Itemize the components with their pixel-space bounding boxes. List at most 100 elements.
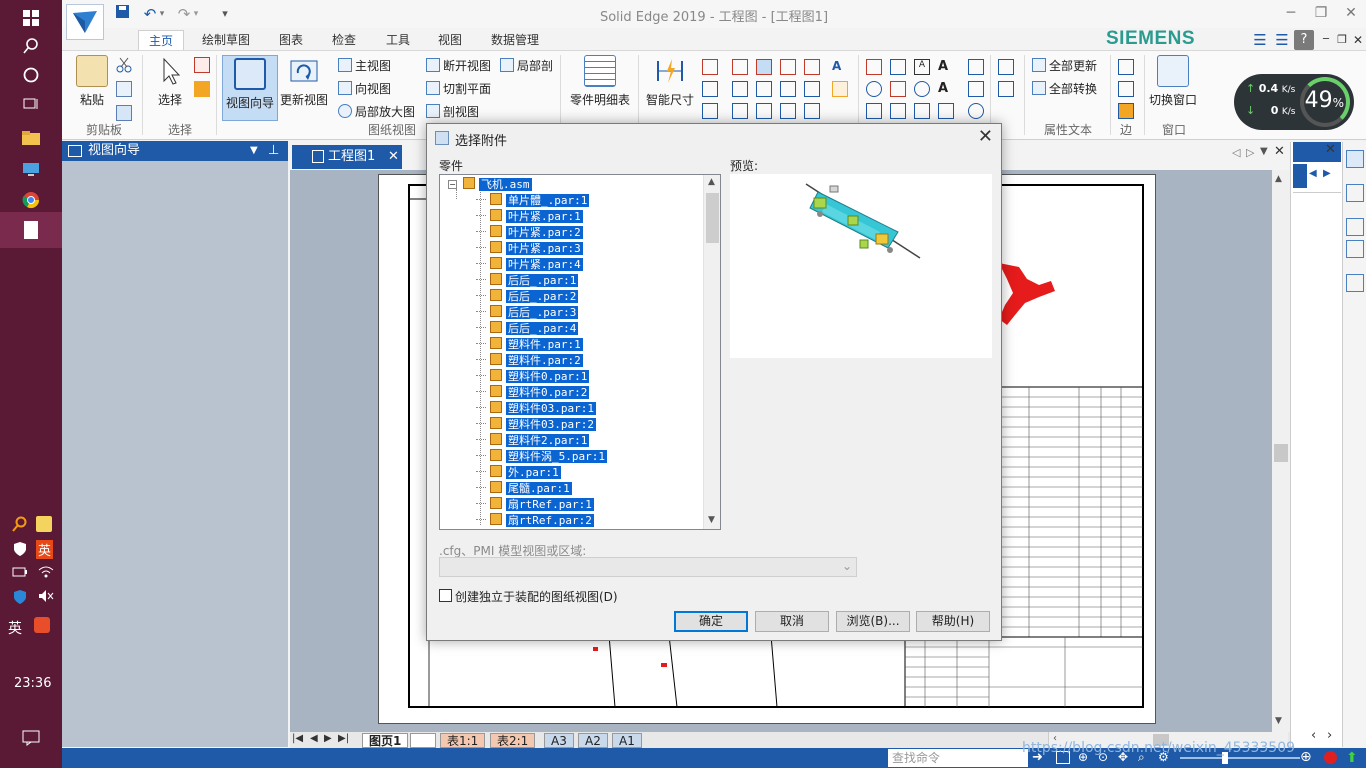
- tree-part-node[interactable]: 叶片紧.par:3: [476, 241, 583, 256]
- copy-attrs-icon[interactable]: [832, 81, 848, 97]
- tab-list-icon[interactable]: ▼: [1260, 146, 1268, 157]
- parts-tree[interactable]: − 飞机.asm 单片體_.par:1 叶片紧.par:1 叶片紧.par:2 叶片紧.…: [439, 174, 721, 530]
- cancel-button[interactable]: 取消: [755, 611, 829, 632]
- search-tray-icon[interactable]: [12, 516, 28, 536]
- tree-part-node[interactable]: 叶片紧.par:4: [476, 257, 583, 272]
- layout-alt-icon[interactable]: ☰: [1272, 30, 1292, 50]
- tab-home[interactable]: 主页: [138, 30, 185, 50]
- projected-view-button[interactable]: 向视图: [338, 80, 391, 97]
- sheet-tab-5[interactable]: A2: [578, 733, 608, 748]
- sheet-next-icon[interactable]: ▶: [324, 733, 332, 744]
- section-view-button[interactable]: 剖视图: [426, 103, 479, 120]
- help-button[interactable]: 帮助(H): [916, 611, 990, 632]
- sheet-tab-2[interactable]: 表1:1: [440, 733, 486, 748]
- convert-all-button[interactable]: 全部转换: [1032, 80, 1097, 97]
- right-pane-back-icon[interactable]: ‹: [1311, 728, 1316, 743]
- detail-view-button[interactable]: 局部放大图: [338, 103, 415, 120]
- document-tab[interactable]: 工程图1 ✕: [292, 145, 402, 169]
- sheet-tab-6[interactable]: A1: [612, 733, 642, 748]
- sheet-tab-icon[interactable]: [410, 733, 436, 748]
- wifi-icon[interactable]: [38, 565, 54, 583]
- edge-condition-icon[interactable]: [890, 59, 906, 75]
- scroll-up-icon[interactable]: ▲: [1275, 174, 1282, 184]
- paste-button[interactable]: 粘贴: [74, 55, 110, 108]
- update-views-button[interactable]: 更新视图: [278, 55, 330, 108]
- doc-close-icon[interactable]: ✕: [1348, 30, 1366, 50]
- tab-inspect[interactable]: 检查: [322, 30, 366, 49]
- tree-part-node[interactable]: 后后_.par:2: [476, 289, 579, 304]
- detach-icon[interactable]: [998, 81, 1014, 97]
- notification-icon[interactable]: [22, 730, 40, 750]
- tab-scroll-left-icon[interactable]: ◁: [1232, 146, 1240, 159]
- ok-button[interactable]: 确定: [674, 611, 748, 632]
- document-app-icon[interactable]: [0, 212, 62, 248]
- chain-dim-icon[interactable]: [756, 103, 772, 119]
- view-wizard-button[interactable]: 视图向导: [222, 55, 278, 121]
- tree-part-node[interactable]: 叶片紧.par:1: [476, 209, 583, 224]
- tab-tables[interactable]: 图表: [269, 30, 313, 49]
- tree-part-node[interactable]: 扇rtRef.par:1: [476, 497, 594, 512]
- coordinate-dimension-icon[interactable]: [702, 103, 718, 119]
- task-view-icon[interactable]: [0, 86, 62, 122]
- tree-part-node[interactable]: 外.par:1: [476, 465, 561, 480]
- sheet-first-icon[interactable]: |◀: [292, 733, 303, 744]
- angular-coord-icon[interactable]: [804, 59, 820, 75]
- library-icon[interactable]: [1346, 150, 1364, 168]
- tree-part-node[interactable]: 后后_.par:3: [476, 305, 579, 320]
- customize-quick-access-icon[interactable]: ▾: [218, 4, 232, 24]
- text-box-icon[interactable]: A: [938, 81, 954, 97]
- minimize-button[interactable]: ─: [1276, 2, 1306, 24]
- tree-part-node[interactable]: 塑料件0.par:1: [476, 369, 590, 384]
- callout-icon[interactable]: [914, 103, 930, 119]
- chamfer-dimension-icon[interactable]: [732, 81, 748, 97]
- restore-button[interactable]: ❐: [1306, 2, 1336, 24]
- pane-dropdown-icon[interactable]: ▼: [250, 141, 258, 161]
- tab-tools[interactable]: 工具: [376, 30, 420, 49]
- sheet-prev-icon[interactable]: ◀: [310, 733, 318, 744]
- clock[interactable]: 23:36: [14, 676, 51, 691]
- input-language[interactable]: 英: [8, 618, 22, 638]
- battery-icon[interactable]: [12, 566, 28, 582]
- vertical-scrollbar[interactable]: ▲ ▼: [1272, 170, 1290, 732]
- layers-icon[interactable]: [1346, 184, 1364, 202]
- right-pane-prev-icon[interactable]: ◀: [1309, 168, 1317, 179]
- stop-icon[interactable]: [1324, 751, 1337, 764]
- feature-control-frame-icon[interactable]: [890, 103, 906, 119]
- tab-close-icon[interactable]: ✕: [1274, 144, 1285, 159]
- sogou-ime-icon[interactable]: [34, 617, 50, 633]
- right-pane-tab[interactable]: [1293, 164, 1307, 188]
- scroll-down-icon[interactable]: ▼: [1275, 716, 1282, 726]
- text-icon[interactable]: A: [938, 59, 954, 75]
- hide-edges-icon[interactable]: [1118, 103, 1134, 119]
- properties-icon[interactable]: [1346, 218, 1364, 236]
- file-explorer-icon[interactable]: [0, 120, 62, 156]
- tree-part-node[interactable]: 塑料件涡_5.par:1: [476, 449, 607, 464]
- coordinate-dim-icon[interactable]: [756, 81, 772, 97]
- help-icon[interactable]: ?: [1294, 30, 1314, 50]
- select-tool-icon[interactable]: [194, 57, 210, 73]
- security-tray-icon[interactable]: [12, 589, 28, 609]
- tree-scroll-thumb[interactable]: [706, 193, 719, 243]
- tree-scroll-up-icon[interactable]: ▲: [708, 177, 715, 187]
- shield-tray-icon[interactable]: [12, 541, 28, 561]
- document-tab-close-icon[interactable]: ✕: [388, 145, 399, 169]
- copy-icon[interactable]: [116, 81, 132, 97]
- volume-muted-icon[interactable]: [38, 589, 54, 607]
- view-options-icon[interactable]: [1346, 240, 1364, 258]
- tab-scroll-right-icon[interactable]: ▷: [1246, 146, 1254, 159]
- symmetric-icon[interactable]: [804, 103, 820, 119]
- radius-dim-icon[interactable]: [780, 103, 796, 119]
- symmetric-diameter-icon[interactable]: [732, 103, 748, 119]
- tree-part-node[interactable]: 塑料件03.par:2: [476, 417, 596, 432]
- tree-part-node[interactable]: 塑料件.par:2: [476, 353, 583, 368]
- attach-icon[interactable]: [998, 59, 1014, 75]
- tree-part-node[interactable]: 塑料件03.par:1: [476, 401, 596, 416]
- stack-dim-icon[interactable]: [780, 59, 796, 75]
- undo-dropdown-icon[interactable]: ▾: [156, 4, 168, 24]
- tab-sketch[interactable]: 绘制草图: [192, 30, 260, 49]
- go-icon[interactable]: ⬆: [1346, 750, 1358, 766]
- pin-icon[interactable]: ⊥: [268, 141, 279, 161]
- angle-dimension-icon[interactable]: [702, 81, 718, 97]
- zoom-slider[interactable]: [1180, 757, 1300, 759]
- cutting-plane-button[interactable]: 切割平面: [426, 80, 491, 97]
